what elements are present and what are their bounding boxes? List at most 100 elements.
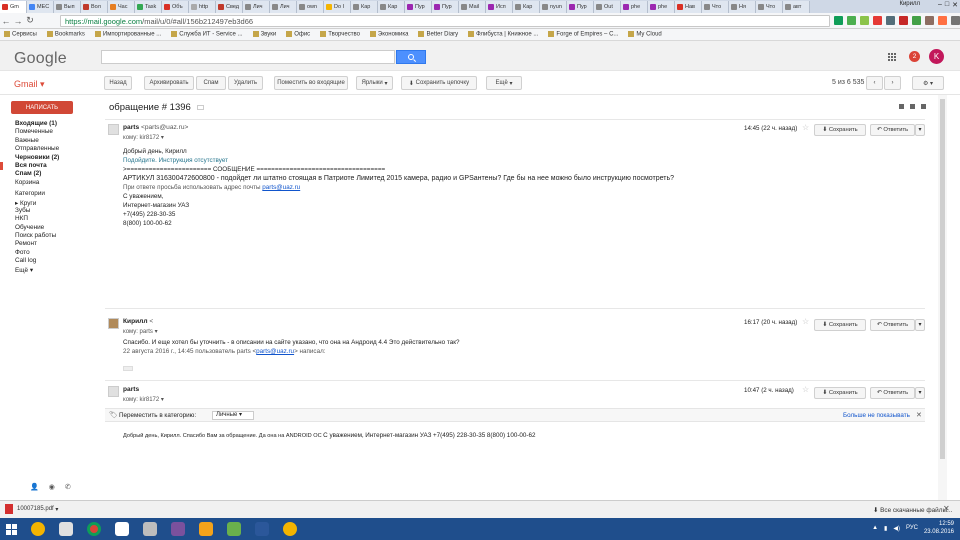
expand-all-icon[interactable]: [899, 104, 904, 109]
print-icon[interactable]: [910, 104, 915, 109]
show-trimmed-icon[interactable]: [123, 366, 133, 371]
back-arrow-icon[interactable]: ←: [0, 16, 12, 26]
document-app-icon[interactable]: [138, 520, 162, 538]
browser-tab[interactable]: Кар: [351, 1, 378, 13]
more-actions-button[interactable]: ▾: [915, 387, 925, 399]
sender-name[interactable]: Кирилл <: [123, 318, 153, 325]
delete-button[interactable]: Удалить: [228, 76, 263, 90]
browser-tab[interactable]: МЕС: [27, 1, 54, 13]
reply-button[interactable]: ↶ Ответить: [870, 124, 915, 136]
email-link[interactable]: parts@uaz.ru: [262, 184, 300, 191]
sidebar-item[interactable]: Важные: [0, 137, 100, 145]
reload-icon[interactable]: ↻: [24, 15, 36, 26]
close-icon[interactable]: ✕: [952, 1, 958, 9]
dont-show-link[interactable]: Больше не показывать: [843, 412, 910, 419]
more-actions-button[interactable]: ▾: [915, 319, 925, 331]
browser-profile-name[interactable]: Кирилл: [899, 1, 920, 7]
sidebar-item[interactable]: Call log: [0, 257, 100, 265]
browser-tab[interactable]: own: [297, 1, 324, 13]
search-input[interactable]: [101, 50, 395, 64]
bookmark-item[interactable]: Творчество: [320, 31, 360, 38]
extension-icon[interactable]: [873, 16, 882, 25]
sidebar-item[interactable]: ▸ Круги: [0, 199, 100, 207]
category-select[interactable]: Личные ▾: [212, 411, 254, 420]
star-icon[interactable]: ☆: [802, 123, 809, 132]
sidebar-item[interactable]: Зубы: [0, 207, 100, 215]
scrollbar[interactable]: [938, 95, 947, 500]
browser-tab[interactable]: Вып: [54, 1, 81, 13]
star-icon[interactable]: ☆: [802, 385, 809, 394]
phone-icon[interactable]: ✆: [65, 483, 71, 491]
browser-tab[interactable]: phe: [621, 1, 648, 13]
extension-icon[interactable]: [860, 16, 869, 25]
more-actions-button[interactable]: ▾: [915, 124, 925, 136]
scrollbar-thumb[interactable]: [940, 99, 945, 459]
bookmark-item[interactable]: Forge of Empires – С...: [548, 31, 618, 38]
more-button[interactable]: Ещё ▾: [486, 76, 522, 90]
keyboard-language[interactable]: РУС: [906, 525, 918, 531]
browser-tab[interactable]: Ня: [729, 1, 756, 13]
window-app-icon[interactable]: [110, 520, 134, 538]
close-icon[interactable]: ✕: [916, 411, 922, 419]
extension-icon[interactable]: [847, 16, 856, 25]
sidebar-item[interactable]: Ремонт: [0, 240, 100, 248]
extension-icon[interactable]: [925, 16, 934, 25]
browser-tab[interactable]: Что: [702, 1, 729, 13]
sidebar-item[interactable]: Спам (2): [0, 170, 100, 178]
browser-tab[interactable]: Свед: [216, 1, 243, 13]
browser-tab[interactable]: Час: [108, 1, 135, 13]
sidebar-item[interactable]: Корзина: [0, 179, 100, 187]
email-link[interactable]: parts@uaz.ru: [256, 348, 294, 355]
sidebar-item[interactable]: НКП: [0, 215, 100, 223]
browser-tab[interactable]: http: [189, 1, 216, 13]
browser-tab[interactable]: Нав: [675, 1, 702, 13]
sidebar-item[interactable]: Обучение: [0, 224, 100, 232]
back-button[interactable]: Назад: [104, 76, 132, 90]
browser-tab[interactable]: Объ: [162, 1, 189, 13]
browser-tab[interactable]: Mail: [459, 1, 486, 13]
chrome-icon[interactable]: [82, 520, 106, 538]
apps-grid-icon[interactable]: [888, 53, 896, 61]
compose-button[interactable]: НАПИСАТЬ: [11, 101, 73, 114]
bookmark-item[interactable]: Импортированные ...: [94, 31, 161, 38]
browser-tab[interactable]: Лич: [270, 1, 297, 13]
menu-icon[interactable]: [951, 16, 960, 25]
url-input[interactable]: https://mail.google.com/mail/u/0/#all/15…: [60, 15, 830, 27]
gmail-menu[interactable]: Gmail ▾: [14, 79, 45, 90]
sidebar-item[interactable]: Помеченные: [0, 128, 100, 136]
next-page-button[interactable]: ›: [884, 76, 901, 90]
extension-icon[interactable]: [912, 16, 921, 25]
browser-tab[interactable]: Gm: [0, 1, 27, 13]
volume-icon[interactable]: ◀): [893, 525, 900, 532]
sidebar-item[interactable]: Поиск работы: [0, 232, 100, 240]
bookmark-item[interactable]: Офис: [286, 31, 310, 38]
label-tag-icon[interactable]: [196, 104, 204, 110]
outlook-icon[interactable]: [194, 520, 218, 538]
avatar[interactable]: K: [929, 49, 944, 64]
bookmark-item[interactable]: Сервисы: [4, 31, 37, 38]
extension-icon[interactable]: [886, 16, 895, 25]
move-to-inbox-button[interactable]: Поместить во входящие: [274, 76, 348, 90]
browser-tab[interactable]: Out: [594, 1, 621, 13]
settings-button[interactable]: ⚙ ▾: [912, 76, 944, 90]
minimize-icon[interactable]: –: [938, 1, 942, 9]
browser-tab[interactable]: Do I: [324, 1, 351, 13]
save-message-button[interactable]: ⬇ Сохранить: [814, 387, 866, 399]
browser-tab[interactable]: Вол: [81, 1, 108, 13]
google-logo[interactable]: Google: [14, 50, 67, 68]
extension-icon[interactable]: [834, 16, 843, 25]
maximize-icon[interactable]: □: [945, 1, 949, 9]
bookmark-item[interactable]: My Cloud: [628, 31, 662, 38]
bookmark-item[interactable]: Better Diary: [418, 31, 458, 38]
sender-name[interactable]: parts <parts@uaz.ru>: [123, 124, 188, 131]
sidebar-item[interactable]: Категории: [0, 190, 100, 198]
hangouts-icon[interactable]: ◉: [49, 483, 55, 491]
notifications-badge[interactable]: 2: [909, 51, 920, 62]
sender-name[interactable]: parts: [123, 386, 139, 393]
sidebar-item[interactable]: Ещё ▾: [0, 266, 100, 274]
sidebar-item[interactable]: Отправленные: [0, 145, 100, 153]
new-window-icon[interactable]: [921, 104, 926, 109]
browser-tab[interactable]: Пур: [567, 1, 594, 13]
bookmark-item[interactable]: Экономика: [369, 31, 408, 38]
save-message-button[interactable]: ⬇ Сохранить: [814, 124, 866, 136]
